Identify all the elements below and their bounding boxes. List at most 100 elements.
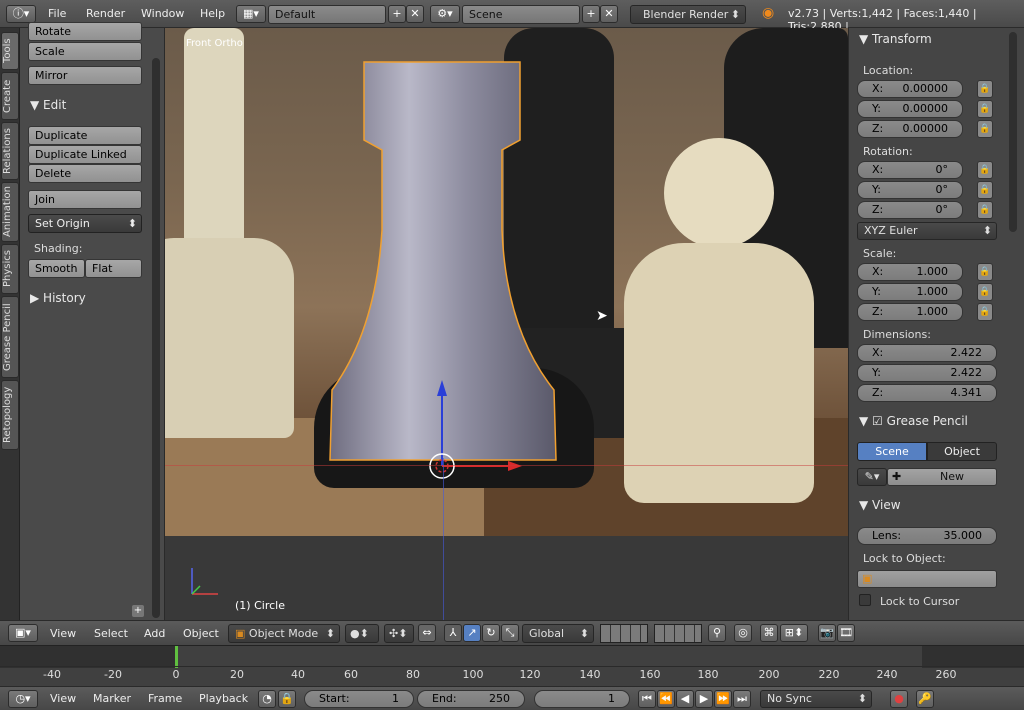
duplicate-button[interactable]: Duplicate [28,126,142,145]
proportional-edit-icon[interactable]: ◎ [734,624,752,642]
view-panel-header[interactable]: ▼ View [859,498,901,512]
menu-window[interactable]: Window [141,7,184,20]
keying-set-icon[interactable]: 🔑 [916,690,934,708]
lock-object-field[interactable]: ▣ [857,570,997,588]
lock-range-icon[interactable]: 🔒 [278,690,296,708]
scene-icon[interactable]: ⚙▾ [430,5,460,23]
pencil-icon[interactable]: ✎▾ [857,468,887,486]
transform-manipulator[interactable] [422,378,532,488]
layer-buttons[interactable] [654,624,702,643]
grease-scene-tab[interactable]: Scene [857,442,927,461]
lock-icon[interactable]: 🔒 [977,181,993,199]
tab-relations[interactable]: Relations [1,122,19,180]
lock-icon[interactable]: 🔒 [977,161,993,179]
flat-shading-button[interactable]: Flat [85,259,142,278]
tab-animation[interactable]: Animation [1,182,19,242]
menu-select[interactable]: Select [94,627,128,640]
render-engine-dropdown[interactable]: Blender Render ⬍ [630,5,746,24]
lock-icon[interactable]: 🔒 [977,283,993,301]
remove-layout-button[interactable]: ✕ [406,5,424,23]
menu-object[interactable]: Object [183,627,219,640]
manipulator-icon[interactable]: ⅄ [444,624,462,642]
timeline-editor-icon[interactable]: ◷▾ [8,690,38,708]
menu-help[interactable]: Help [200,7,225,20]
jump-keyframe-back-icon[interactable]: ⏪ [657,690,675,708]
jump-end-icon[interactable]: ⏭ [733,690,751,708]
tab-tools[interactable]: Tools [1,32,19,70]
jump-start-icon[interactable]: ⏮ [638,690,656,708]
location-z-field[interactable]: Z: 0.00000 [857,120,963,138]
3d-viewport[interactable]: Front Ortho (1) Circle ➤ [164,28,848,620]
menu-view[interactable]: View [50,627,76,640]
rotate-manipulator-icon[interactable]: ↻ [482,624,500,642]
tab-retopology[interactable]: Retopology [1,380,19,450]
delete-button[interactable]: Delete [28,164,142,183]
add-icon[interactable]: + [132,605,144,617]
object-mode-dropdown[interactable]: ▣ Object Mode ⬍ [228,624,340,643]
lock-icon[interactable]: 🔒 [977,100,993,118]
snap-element-icon[interactable]: ⊞⬍ [780,624,808,642]
location-x-field[interactable]: X: 0.00000 [857,80,963,98]
orientation-dropdown[interactable]: Global ⬍ [522,624,594,643]
panel-scrollbar[interactable] [1009,32,1017,232]
lock-icon[interactable]: 🔒 [977,303,993,321]
menu-playback[interactable]: Playback [199,692,248,705]
play-icon[interactable]: ▶ [695,690,713,708]
lock-to-cursor-checkbox[interactable] [859,594,871,606]
render-still-icon[interactable]: 📷 [818,624,836,642]
info-editor-icon[interactable]: ⓘ▾ [6,5,36,23]
add-layout-button[interactable]: + [388,5,406,23]
menu-render[interactable]: Render [86,7,125,20]
history-panel-header[interactable]: ▶ History [30,291,86,305]
record-icon[interactable]: ● [890,690,908,708]
dimensions-y-field[interactable]: Y: 2.422 [857,364,997,382]
sync-dropdown[interactable]: No Sync ⬍ [760,690,872,708]
end-frame-field[interactable]: End: 250 [417,690,525,708]
dimensions-x-field[interactable]: X: 2.422 [857,344,997,362]
menu-file[interactable]: File [48,7,66,20]
lock-icon[interactable]: 🔒 [977,80,993,98]
remove-scene-button[interactable]: ✕ [600,5,618,23]
location-y-field[interactable]: Y: 0.00000 [857,100,963,118]
grease-object-tab[interactable]: Object [927,442,997,461]
translate-manipulator-icon[interactable]: ↗ [463,624,481,642]
current-frame-cursor[interactable] [175,646,178,668]
tab-physics[interactable]: Physics [1,244,19,294]
lock-icon[interactable]: 🔒 [977,201,993,219]
rotation-x-field[interactable]: X: 0° [857,161,963,179]
layer-buttons[interactable] [600,624,648,643]
rotation-y-field[interactable]: Y: 0° [857,181,963,199]
scale-button[interactable]: Scale [28,42,142,61]
pivot-point-dropdown[interactable]: ✣⬍ [384,624,414,643]
snap-icon[interactable]: ⌘ [760,624,778,642]
transform-toggle-icon[interactable]: ⇔ [418,624,436,642]
viewport-shading-dropdown[interactable]: ●⬍ [345,624,379,643]
add-scene-button[interactable]: + [582,5,600,23]
lock-icon[interactable]: 🔒 [977,120,993,138]
menu-marker[interactable]: Marker [93,692,131,705]
menu-frame[interactable]: Frame [148,692,182,705]
checkbox-icon[interactable]: ☑ [872,414,883,428]
scene-field[interactable]: Scene [462,5,580,24]
menu-view[interactable]: View [50,692,76,705]
tab-create[interactable]: Create [1,72,19,120]
smooth-shading-button[interactable]: Smooth [28,259,85,278]
scale-x-field[interactable]: X: 1.000 [857,263,963,281]
join-button[interactable]: Join [28,190,142,209]
mirror-button[interactable]: Mirror [28,66,142,85]
dimensions-z-field[interactable]: Z: 4.341 [857,384,997,402]
current-frame-field[interactable]: 1 [534,690,630,708]
scale-manipulator-icon[interactable]: ⤡ [501,624,519,642]
duplicate-linked-button[interactable]: Duplicate Linked [28,145,142,164]
menu-add[interactable]: Add [144,627,165,640]
set-origin-dropdown[interactable]: Set Origin ⬍ [28,214,142,233]
tab-grease-pencil[interactable]: Grease Pencil [1,296,19,378]
start-frame-field[interactable]: Start: 1 [304,690,414,708]
scale-z-field[interactable]: Z: 1.000 [857,303,963,321]
scale-y-field[interactable]: Y: 1.000 [857,283,963,301]
jump-keyframe-forward-icon[interactable]: ⏩ [714,690,732,708]
lock-icon[interactable]: 🔒 [977,263,993,281]
layer-lock-icon[interactable]: ⚲ [708,624,726,642]
render-animation-icon[interactable]: 🎞 [837,624,855,642]
new-grease-button[interactable]: ✚ New [887,468,997,486]
